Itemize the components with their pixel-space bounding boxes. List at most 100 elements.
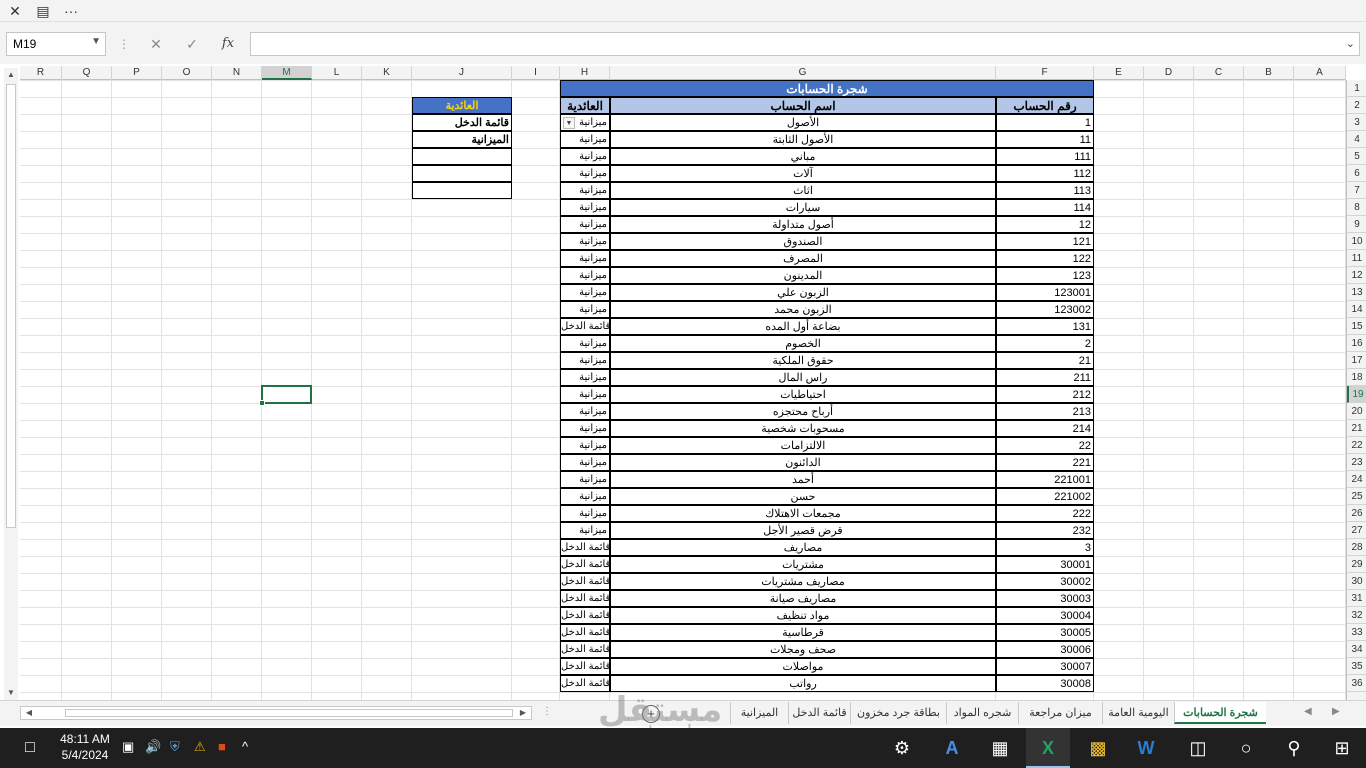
cell-belonging[interactable]: ميزانية — [560, 199, 610, 216]
row-header-33[interactable]: 33 — [1347, 624, 1366, 641]
column-header-M[interactable]: M — [262, 66, 312, 80]
scroll-thumb[interactable] — [65, 709, 513, 717]
cell-account-name[interactable]: سيارات — [610, 199, 996, 216]
cell-account-number[interactable]: 131 — [996, 318, 1094, 335]
cell-belonging[interactable]: ميزانية — [560, 148, 610, 165]
cell-account-name[interactable]: مصاريف — [610, 539, 996, 556]
cell-belonging[interactable]: ميزانية — [560, 386, 610, 403]
cell-belonging[interactable]: ميزانية — [560, 250, 610, 267]
windows-start-icon[interactable]: ⊞ — [1320, 728, 1364, 768]
row-header-28[interactable]: 28 — [1347, 539, 1366, 556]
cell-belonging[interactable]: ميزانية — [560, 369, 610, 386]
row-header-7[interactable]: 7 — [1347, 182, 1366, 199]
column-header-R[interactable]: R — [20, 66, 62, 80]
column-header-H[interactable]: H — [560, 66, 610, 80]
cell-belonging[interactable]: ميزانية — [560, 403, 610, 420]
cell-belonging[interactable]: ميزانية — [560, 301, 610, 318]
cancel-icon[interactable]: ✕ — [146, 34, 166, 54]
row-header-35[interactable]: 35 — [1347, 658, 1366, 675]
cell-account-name[interactable]: مواصلات — [610, 658, 996, 675]
scroll-right-icon[interactable]: ▶ — [517, 707, 529, 719]
sheet-tab[interactable]: شجره المواد — [946, 702, 1018, 724]
next-sheet-icon[interactable]: ▶ — [1332, 706, 1340, 717]
cell-account-number[interactable]: 1 — [996, 114, 1094, 131]
row-header-14[interactable]: 14 — [1347, 301, 1366, 318]
cortana-icon[interactable]: ○ — [1224, 728, 1268, 768]
cell-account-number[interactable]: 30004 — [996, 607, 1094, 624]
task-view-icon[interactable]: ◫ — [1176, 728, 1220, 768]
cell-account-number[interactable]: 221001 — [996, 471, 1094, 488]
row-header-12[interactable]: 12 — [1347, 267, 1366, 284]
side-list-item[interactable]: الميزانية — [412, 131, 512, 148]
scroll-up-icon[interactable]: ▲ — [4, 68, 18, 82]
cell-account-name[interactable]: مصاريف صيانة — [610, 590, 996, 607]
close-icon[interactable]: ✕ — [4, 2, 26, 20]
row-header-11[interactable]: 11 — [1347, 250, 1366, 267]
cell-belonging[interactable]: ميزانية — [560, 216, 610, 233]
cell-account-number[interactable]: 123 — [996, 267, 1094, 284]
cell-account-name[interactable]: الأصول — [610, 114, 996, 131]
header-account-name[interactable]: اسم الحساب — [610, 97, 996, 114]
cell-belonging[interactable]: ميزانية — [560, 488, 610, 505]
cell-account-name[interactable]: الزبون محمد — [610, 301, 996, 318]
cell-belonging[interactable]: قائمة الدخل — [560, 641, 610, 658]
row-header-21[interactable]: 21 — [1347, 420, 1366, 437]
row-header-13[interactable]: 13 — [1347, 284, 1366, 301]
cell-account-name[interactable]: قرض قصير الأجل — [610, 522, 996, 539]
cell-belonging[interactable]: ميزانية — [560, 420, 610, 437]
excel-icon[interactable]: X — [1026, 728, 1070, 768]
cell-account-number[interactable]: 221002 — [996, 488, 1094, 505]
app-a-icon[interactable]: A — [930, 728, 974, 768]
row-header-24[interactable]: 24 — [1347, 471, 1366, 488]
side-list-item[interactable] — [412, 165, 512, 182]
more-icon[interactable]: ⋮ — [114, 34, 134, 54]
chevron-down-icon[interactable]: ⌄ — [1346, 37, 1355, 50]
cell-belonging[interactable]: ميزانية — [560, 165, 610, 182]
cell-belonging[interactable]: قائمة الدخل — [560, 573, 610, 590]
cell-account-number[interactable]: 2 — [996, 335, 1094, 352]
cell-belonging[interactable]: قائمة الدخل — [560, 607, 610, 624]
cell-account-number[interactable]: 30001 — [996, 556, 1094, 573]
cell-account-name[interactable]: الخصوم — [610, 335, 996, 352]
volume-icon[interactable]: 🔊 — [145, 739, 161, 755]
cell-account-number[interactable]: 221 — [996, 454, 1094, 471]
cell-account-name[interactable]: حقوق الملكية — [610, 352, 996, 369]
cell-account-number[interactable]: 30008 — [996, 675, 1094, 692]
cell-account-number[interactable]: 30007 — [996, 658, 1094, 675]
cell-account-name[interactable]: راس المال — [610, 369, 996, 386]
cell-account-name[interactable]: أرباح محتجزه — [610, 403, 996, 420]
row-header-19[interactable]: 19 — [1347, 386, 1366, 403]
cell-account-name[interactable]: حسن — [610, 488, 996, 505]
side-list-header[interactable]: العائدية — [412, 97, 512, 114]
row-header-17[interactable]: 17 — [1347, 352, 1366, 369]
cell-account-name[interactable]: قرطاسية — [610, 624, 996, 641]
scroll-thumb[interactable] — [6, 84, 16, 528]
cell-account-number[interactable]: 121 — [996, 233, 1094, 250]
column-header-P[interactable]: P — [112, 66, 162, 80]
warning-icon[interactable]: ⚠ — [194, 739, 206, 755]
row-header-15[interactable]: 15 — [1347, 318, 1366, 335]
cell-belonging[interactable]: قائمة الدخل — [560, 590, 610, 607]
cell-account-number[interactable]: 30003 — [996, 590, 1094, 607]
row-header-1[interactable]: 1 — [1347, 80, 1366, 97]
cell-account-number[interactable]: 30006 — [996, 641, 1094, 658]
cell-account-name[interactable]: أصول متداولة — [610, 216, 996, 233]
row-header-4[interactable]: 4 — [1347, 131, 1366, 148]
row-header-5[interactable]: 5 — [1347, 148, 1366, 165]
cell-belonging[interactable]: ميزانية — [560, 352, 610, 369]
sheet-tab[interactable]: ميزان مراجعة — [1018, 702, 1102, 724]
name-box[interactable]: M19 ▼ — [6, 32, 106, 56]
cell-belonging[interactable]: ميزانية — [560, 505, 610, 522]
formula-input[interactable]: ⌄ — [250, 32, 1360, 56]
cell-account-number[interactable]: 113 — [996, 182, 1094, 199]
sheet-tab[interactable]: بطاقة جرد مخزون — [850, 702, 946, 724]
cell-belonging[interactable]: قائمة الدخل — [560, 539, 610, 556]
column-header-K[interactable]: K — [362, 66, 412, 80]
cell-belonging[interactable]: ميزانية ▼ — [560, 114, 610, 131]
cell-account-number[interactable]: 212 — [996, 386, 1094, 403]
row-header-9[interactable]: 9 — [1347, 216, 1366, 233]
search-icon[interactable]: ⚲ — [1272, 728, 1316, 768]
cell-belonging[interactable]: ميزانية — [560, 471, 610, 488]
cell-account-number[interactable]: 112 — [996, 165, 1094, 182]
sheet-tab[interactable]: اليومية العامة — [1102, 702, 1174, 724]
